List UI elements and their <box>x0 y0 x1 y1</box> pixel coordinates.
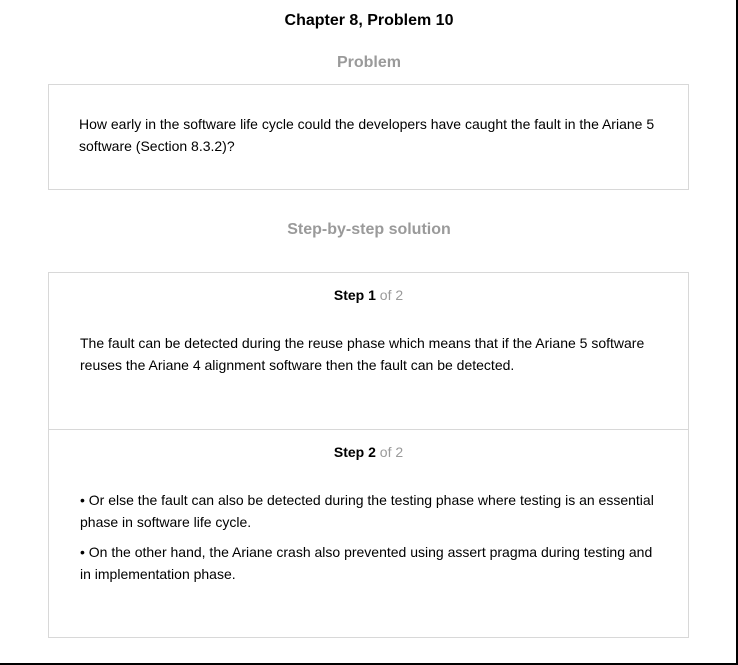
step-2-section: Step 2 of 2 • Or else the fault can also… <box>49 430 688 637</box>
step-2-bullet-2: • On the other hand, the Ariane crash al… <box>80 544 653 582</box>
step-2-header: Step 2 of 2 <box>49 443 688 461</box>
problem-text: How early in the software life cycle cou… <box>79 116 655 154</box>
step-2-bullet-1: • Or else the fault can also be detected… <box>80 492 654 530</box>
step-2-body: • Or else the fault can also be detected… <box>80 489 665 593</box>
step-2-number: 2 <box>368 444 376 460</box>
step-1-body: The fault can be detected during the reu… <box>80 332 665 384</box>
step-1-label: Step <box>333 287 365 303</box>
step-1-paragraph: The fault can be detected during the reu… <box>80 335 645 373</box>
step-1-total: of 2 <box>379 287 404 303</box>
step-2-label: Step <box>333 444 365 460</box>
step-1-header: Step 1 of 2 <box>49 286 688 304</box>
solution-card: Step 1 of 2 The fault can be detected du… <box>48 272 689 638</box>
problem-heading: Problem <box>336 54 401 71</box>
page-title: Chapter 8, Problem 10 <box>284 12 454 29</box>
solution-heading: Step-by-step solution <box>287 221 451 238</box>
step-2-total: of 2 <box>379 444 404 460</box>
problem-card: How early in the software life cycle cou… <box>48 84 689 190</box>
step-1-section: Step 1 of 2 The fault can be detected du… <box>49 273 688 430</box>
step-1-number: 1 <box>368 287 376 303</box>
